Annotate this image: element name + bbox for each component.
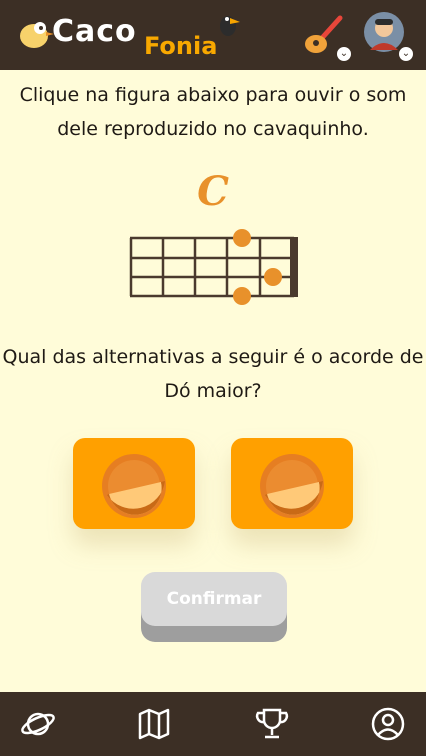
finger-dot [233,229,251,247]
instrument-selector[interactable]: ⌄ [300,10,352,62]
user-icon [371,707,405,741]
cacofonia-logo[interactable]: Caco Fonia [16,8,246,62]
nav-planet[interactable] [20,706,56,742]
nav-map[interactable] [136,706,172,742]
confirm-button-label: Confirmar [141,572,287,626]
finger-dot [264,268,282,286]
audio-disc-icon [102,454,166,518]
cavaquinho-fretboard [129,229,298,305]
user-avatar[interactable]: ⌄ [362,10,414,62]
audio-disc-icon [260,454,324,518]
confirm-button[interactable]: Confirmar [141,572,287,642]
bird-mascot-icon [20,22,54,48]
chord-name: C [197,168,229,215]
answer-option-1[interactable] [73,438,195,529]
chevron-down-icon: ⌄ [336,46,352,62]
chord-diagram[interactable] [126,228,302,310]
nav-trophy[interactable] [254,706,290,742]
logo-main-text: Caco [52,14,137,49]
nav-profile[interactable] [370,706,406,742]
planet-icon [21,712,55,736]
instruction-text: Clique na figura abaixo para ouvir o som… [19,84,407,140]
toucan-icon [220,16,240,36]
map-icon [138,708,170,740]
logo-sub-text: Fonia [144,32,218,60]
top-bar: Caco Fonia ⌄ ⌄ [0,0,426,70]
bottom-nav [0,692,426,756]
trophy-icon [255,708,289,739]
answer-option-2[interactable] [231,438,353,529]
chevron-down-icon: ⌄ [398,46,414,62]
question-text: Qual das alternativas a seguir é o acord… [2,346,424,402]
finger-dot [233,287,251,305]
